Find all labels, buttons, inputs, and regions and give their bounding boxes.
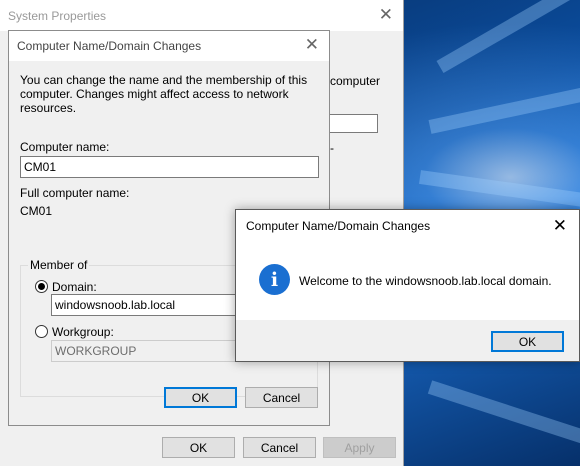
system-properties-titlebar: System Properties [0,0,403,31]
dialog-titlebar: Computer Name/Domain Changes [9,31,329,61]
domain-radio[interactable] [35,280,48,293]
member-of-label: Member of [28,258,90,272]
welcome-message-box: Computer Name/Domain Changes ✕ i Welcome… [235,209,580,362]
background-dash: - [330,141,334,155]
close-icon[interactable]: ✕ [553,216,567,236]
cancel-button[interactable]: Cancel [243,437,316,458]
window-title: System Properties [8,8,107,23]
background-input [330,114,378,133]
domain-label: Domain: [52,280,97,294]
dialog-title: Computer Name/Domain Changes [17,39,202,53]
intro-text: You can change the name and the membersh… [20,73,308,115]
wallpaper-light-ray [428,86,580,134]
close-icon[interactable]: ✕ [379,5,393,25]
full-name-value: CM01 [20,204,53,218]
wallpaper-light-ray [419,170,580,208]
cancel-button[interactable]: Cancel [245,387,318,408]
ok-button[interactable]: OK [162,437,235,458]
ok-button[interactable]: OK [491,331,564,352]
welcome-message: Welcome to the windowsnoob.lab.local dom… [299,274,552,288]
background-label: computer [330,74,381,88]
computer-name-label: Computer name: [20,140,110,154]
close-icon[interactable]: ✕ [305,35,319,55]
workgroup-label: Workgroup: [52,325,114,339]
computer-name-input[interactable]: CM01 [20,156,319,178]
full-name-label: Full computer name: [20,186,130,200]
ok-button[interactable]: OK [164,387,237,408]
info-icon: i [259,264,290,295]
message-box-title: Computer Name/Domain Changes [246,219,431,233]
apply-button[interactable]: Apply [323,437,396,458]
workgroup-radio[interactable] [35,325,48,338]
wallpaper-light-ray [436,0,574,74]
wallpaper-light-ray [427,380,580,444]
